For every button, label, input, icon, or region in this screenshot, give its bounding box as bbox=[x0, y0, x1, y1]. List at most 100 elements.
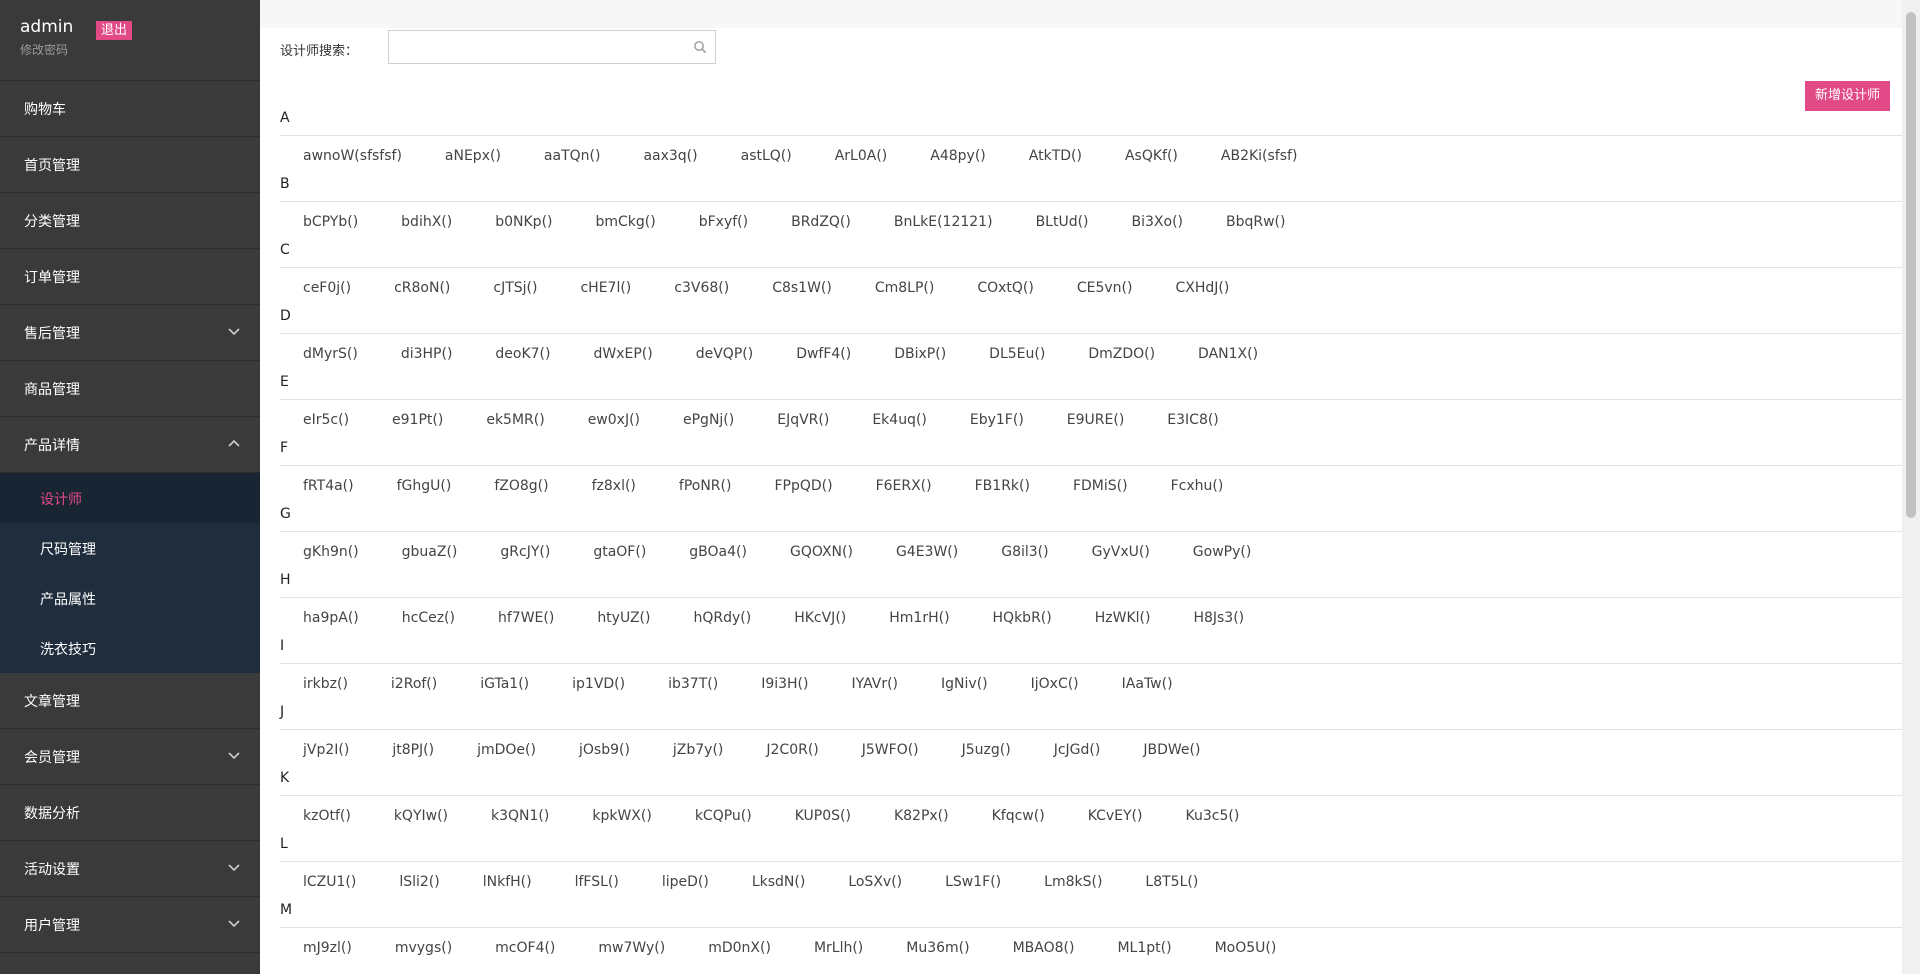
designer-name[interactable]: kpkWX() bbox=[592, 808, 651, 824]
designer-name[interactable]: FDMiS() bbox=[1073, 478, 1128, 494]
designer-name[interactable]: CE5vn() bbox=[1077, 280, 1133, 296]
designer-name[interactable]: awnoW(sfsfsf) bbox=[303, 148, 402, 164]
designer-name[interactable]: IAaTw() bbox=[1122, 676, 1173, 692]
designer-name[interactable]: Fcxhu() bbox=[1171, 478, 1224, 494]
designer-name[interactable]: BbqRw() bbox=[1226, 214, 1285, 230]
designer-name[interactable]: ePgNj() bbox=[683, 412, 734, 428]
designer-name[interactable]: E3IC8() bbox=[1167, 412, 1219, 428]
designer-name[interactable]: FB1Rk() bbox=[975, 478, 1030, 494]
designer-name[interactable]: mJ9zl() bbox=[303, 940, 352, 956]
designer-name[interactable]: dWxEP() bbox=[593, 346, 652, 362]
designer-name[interactable]: deoK7() bbox=[495, 346, 550, 362]
designer-name[interactable]: fPoNR() bbox=[679, 478, 732, 494]
sidebar-item[interactable]: 产品详情 bbox=[0, 417, 260, 473]
designer-name[interactable]: BRdZQ() bbox=[791, 214, 851, 230]
designer-name[interactable]: mcOF4() bbox=[495, 940, 555, 956]
designer-name[interactable]: irkbz() bbox=[303, 676, 348, 692]
designer-name[interactable]: DBixP() bbox=[894, 346, 946, 362]
designer-name[interactable]: Ek4uq() bbox=[872, 412, 927, 428]
designer-name[interactable]: k3QN1() bbox=[491, 808, 549, 824]
designer-name[interactable]: gKh9n() bbox=[303, 544, 359, 560]
change-password-link[interactable]: 修改密码 bbox=[20, 41, 68, 58]
designer-name[interactable]: gtaOF() bbox=[593, 544, 646, 560]
designer-name[interactable]: fz8xl() bbox=[592, 478, 636, 494]
designer-name[interactable]: AB2Ki(sfsf) bbox=[1221, 148, 1298, 164]
designer-name[interactable]: BnLkE(12121) bbox=[894, 214, 993, 230]
search-input[interactable] bbox=[395, 32, 679, 64]
designer-name[interactable]: A48py() bbox=[930, 148, 986, 164]
designer-name[interactable]: fGhgU() bbox=[397, 478, 452, 494]
designer-name[interactable]: lCZU1() bbox=[303, 874, 356, 890]
designer-name[interactable]: GyVxU() bbox=[1092, 544, 1150, 560]
designer-name[interactable]: bmCkg() bbox=[596, 214, 656, 230]
designer-name[interactable]: ib37T() bbox=[668, 676, 718, 692]
designer-name[interactable]: AsQKf() bbox=[1125, 148, 1178, 164]
search-icon[interactable] bbox=[693, 40, 707, 54]
designer-name[interactable]: HKcVJ() bbox=[794, 610, 846, 626]
designer-name[interactable]: e91Pt() bbox=[392, 412, 443, 428]
sidebar-item[interactable]: 分类管理 bbox=[0, 193, 260, 249]
designer-name[interactable]: eIr5c() bbox=[303, 412, 349, 428]
designer-name[interactable]: DAN1X() bbox=[1198, 346, 1258, 362]
designer-name[interactable]: H8Js3() bbox=[1193, 610, 1244, 626]
sidebar-subitem[interactable]: 洗衣技巧 bbox=[0, 623, 260, 673]
designer-name[interactable]: hcCez() bbox=[402, 610, 455, 626]
designer-name[interactable]: jZb7y() bbox=[673, 742, 723, 758]
designer-name[interactable]: i2Rof() bbox=[391, 676, 437, 692]
designer-name[interactable]: kCQPu() bbox=[695, 808, 752, 824]
sidebar-item[interactable]: 订单管理 bbox=[0, 249, 260, 305]
designer-name[interactable]: I9i3H() bbox=[761, 676, 808, 692]
designer-name[interactable]: MBAO8() bbox=[1013, 940, 1075, 956]
designer-name[interactable]: KUP0S() bbox=[795, 808, 851, 824]
designer-name[interactable]: BLtUd() bbox=[1036, 214, 1089, 230]
designer-name[interactable]: HQkbR() bbox=[993, 610, 1052, 626]
designer-name[interactable]: ArL0A() bbox=[835, 148, 888, 164]
sidebar-subitem[interactable]: 尺码管理 bbox=[0, 523, 260, 573]
scrollbar[interactable] bbox=[1902, 0, 1920, 974]
add-designer-button[interactable]: 新增设计师 bbox=[1804, 81, 1890, 111]
designer-name[interactable]: lfFSL() bbox=[575, 874, 619, 890]
designer-name[interactable]: LksdN() bbox=[752, 874, 805, 890]
designer-name[interactable]: DL5Eu() bbox=[989, 346, 1045, 362]
sidebar-item[interactable]: 售后管理 bbox=[0, 305, 260, 361]
logout-button[interactable]: 退出 bbox=[96, 21, 133, 40]
designer-name[interactable]: MrLlh() bbox=[814, 940, 863, 956]
designer-name[interactable]: ip1VD() bbox=[572, 676, 625, 692]
designer-name[interactable]: J5uzg() bbox=[962, 742, 1011, 758]
designer-name[interactable]: ML1pt() bbox=[1117, 940, 1171, 956]
search-field[interactable] bbox=[388, 30, 716, 64]
designer-name[interactable]: Hm1rH() bbox=[889, 610, 949, 626]
designer-name[interactable]: F6ERX() bbox=[876, 478, 932, 494]
scrollbar-thumb[interactable] bbox=[1906, 12, 1916, 518]
sidebar-item[interactable]: 购物车 bbox=[0, 81, 260, 137]
designer-name[interactable]: lSli2() bbox=[399, 874, 439, 890]
sidebar-subitem[interactable]: 设计师 bbox=[0, 473, 260, 523]
designer-name[interactable]: Eby1F() bbox=[970, 412, 1024, 428]
designer-name[interactable]: hQRdy() bbox=[693, 610, 751, 626]
sidebar-item[interactable]: 数据分析 bbox=[0, 785, 260, 841]
designer-name[interactable]: dMyrS() bbox=[303, 346, 358, 362]
sidebar-item[interactable]: 首页管理 bbox=[0, 137, 260, 193]
designer-name[interactable]: lipeD() bbox=[662, 874, 709, 890]
designer-name[interactable]: gBOa4() bbox=[689, 544, 747, 560]
designer-name[interactable]: mD0nX() bbox=[708, 940, 771, 956]
designer-name[interactable]: jt8PJ() bbox=[392, 742, 434, 758]
designer-name[interactable]: IjOxC() bbox=[1031, 676, 1079, 692]
designer-name[interactable]: bFxyf() bbox=[699, 214, 748, 230]
designer-name[interactable]: J2C0R() bbox=[766, 742, 818, 758]
designer-name[interactable]: GQOXN() bbox=[790, 544, 853, 560]
designer-name[interactable]: aax3q() bbox=[643, 148, 697, 164]
designer-name[interactable]: iGTa1() bbox=[480, 676, 529, 692]
designer-name[interactable]: Kfqcw() bbox=[992, 808, 1045, 824]
designer-name[interactable]: JBDWe() bbox=[1143, 742, 1200, 758]
designer-name[interactable]: G8il3() bbox=[1001, 544, 1048, 560]
designer-name[interactable]: G4E3W() bbox=[896, 544, 958, 560]
designer-name[interactable]: ek5MR() bbox=[486, 412, 544, 428]
designer-name[interactable]: bCPYb() bbox=[303, 214, 358, 230]
designer-name[interactable]: C8s1W() bbox=[772, 280, 832, 296]
designer-name[interactable]: b0NKp() bbox=[495, 214, 552, 230]
designer-name[interactable]: K82Px() bbox=[894, 808, 949, 824]
designer-name[interactable]: mvygs() bbox=[395, 940, 452, 956]
designer-name[interactable]: fRT4a() bbox=[303, 478, 354, 494]
designer-name[interactable]: lNkfH() bbox=[483, 874, 532, 890]
